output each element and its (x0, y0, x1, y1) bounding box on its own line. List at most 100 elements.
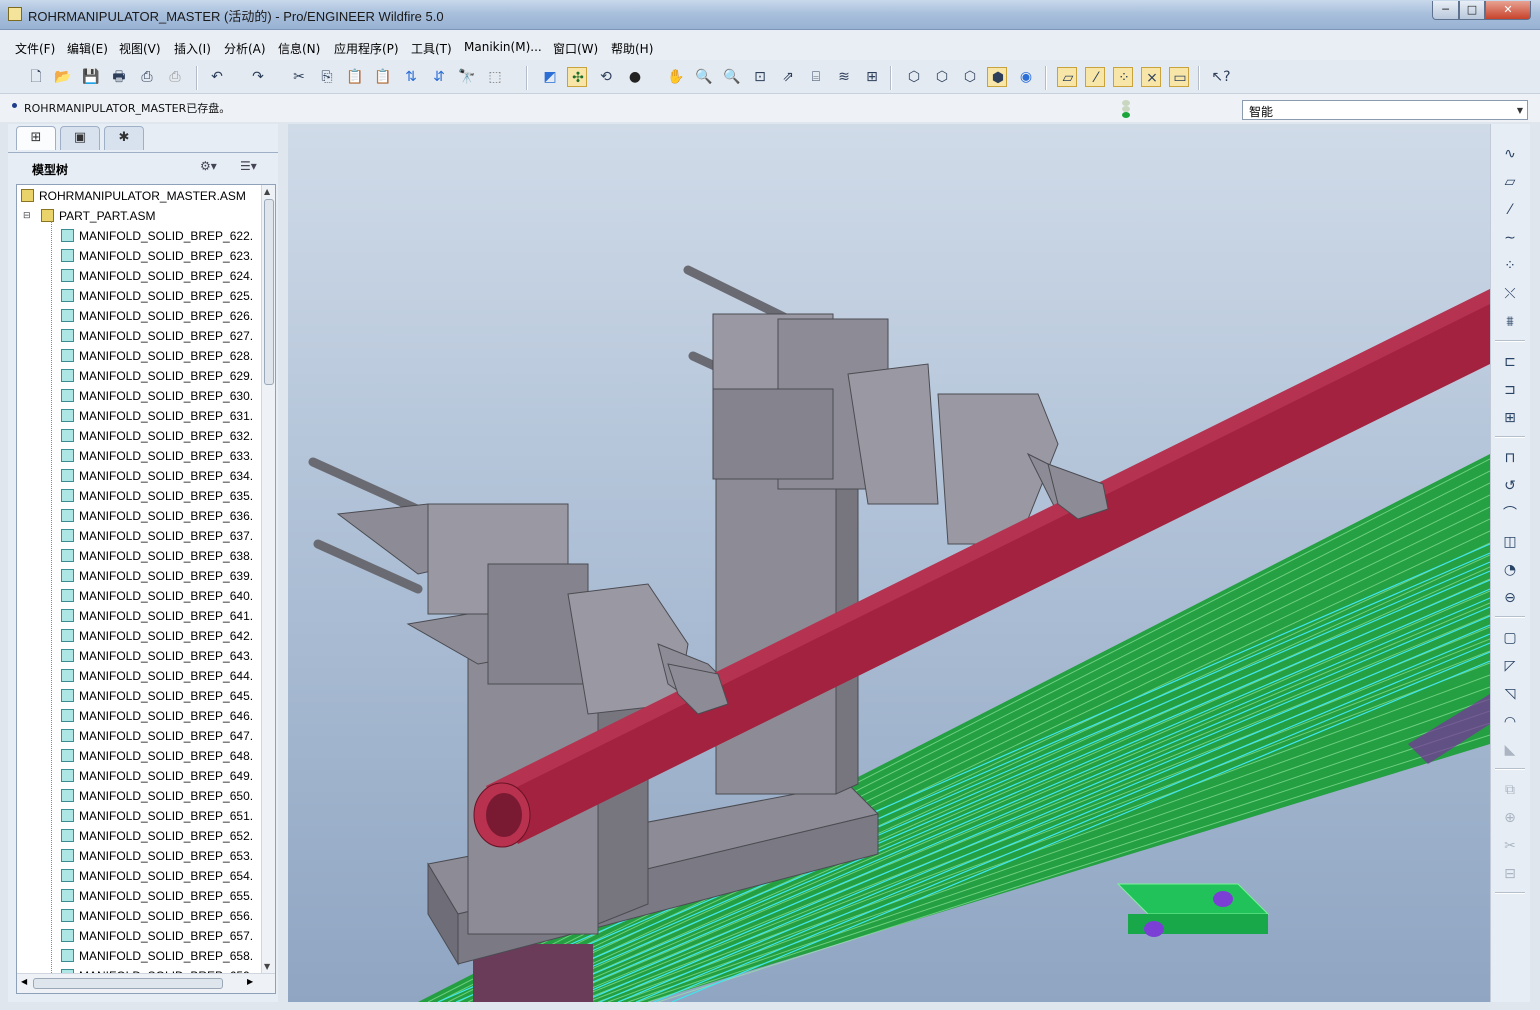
repaint-icon[interactable]: ◩ (540, 67, 560, 87)
coord-systems-icon[interactable]: ⨯ (1141, 67, 1161, 87)
collapse-icon[interactable]: ⊟ (23, 210, 31, 221)
tree-item-label: MANIFOLD_SOLID_BREP_648. (79, 749, 254, 763)
new-icon[interactable]: 🗋 (26, 67, 46, 87)
saved-views-icon[interactable]: ⌸ (806, 67, 826, 87)
maximize-button[interactable]: □ (1459, 1, 1485, 20)
scroll-thumb[interactable] (264, 199, 274, 385)
menu-tools[interactable]: 工具(T) (411, 40, 452, 57)
datum-axes-icon[interactable]: ⁄ (1085, 67, 1105, 87)
scroll-up-icon[interactable]: ▲ (264, 187, 270, 196)
datum-point-icon[interactable]: ⁘ (1497, 254, 1523, 278)
hidden-line-icon[interactable]: ⬡ (932, 67, 952, 87)
menu-applications[interactable]: 应用程序(P) (334, 40, 399, 57)
tree-item-label: MANIFOLD_SOLID_BREP_637. (79, 529, 254, 543)
paste-special-icon[interactable]: 📋 (373, 67, 393, 87)
favorites-tab[interactable]: ✱ (104, 126, 144, 150)
select-box-icon[interactable]: ⬚ (485, 67, 505, 87)
save-icon[interactable]: 💾 (81, 67, 101, 87)
assemble-icon[interactable]: ⊏ (1497, 350, 1523, 374)
orient-mode-icon[interactable]: ⟲ (596, 67, 616, 87)
scroll-right-icon[interactable]: ▶ (247, 977, 253, 986)
feature-toolbar: ∿ ▱ ⁄ ∼ ⁘ ⤬ ⩩ ⊏ ⊐ ⊞ ⊓ ↺ ⌒ ◫ ◔ ⊖ ▢ ◸ ◹ ◠ ◣ ⧉ ⊕ ✂ ⊟ (1490, 124, 1530, 1002)
model-tree-tab[interactable]: ⊞ (16, 126, 56, 150)
regen-manager-icon[interactable]: ⇵ (429, 67, 449, 87)
preview-icon[interactable]: ⎙ (137, 67, 157, 87)
refit-icon[interactable]: ⊡ (750, 67, 770, 87)
tree-vertical-scrollbar[interactable]: ▲ ▼ (261, 185, 275, 973)
zoom-out-icon[interactable]: 🔍 (722, 67, 742, 87)
datum-curve-icon[interactable]: ∼ (1497, 226, 1523, 250)
style-icon[interactable]: ◔ (1497, 558, 1523, 582)
round-icon[interactable]: ◠ (1497, 710, 1523, 734)
scroll-down-icon[interactable]: ▼ (264, 962, 270, 971)
menu-view[interactable]: 视图(V) (119, 40, 161, 57)
redo-icon[interactable]: ↷ (248, 67, 268, 87)
layers-icon[interactable]: ≋ (834, 67, 854, 87)
chamfer-icon[interactable]: ◣ (1497, 738, 1523, 762)
selection-filter[interactable]: 智能 ▼ (1242, 100, 1528, 120)
tree-show-icon[interactable]: ☰▾ (240, 159, 270, 177)
scroll-left-icon[interactable]: ◀ (21, 977, 27, 986)
merge-icon[interactable]: ⊕ (1497, 806, 1523, 830)
paste-icon[interactable]: 📋 (345, 67, 365, 87)
tree-settings-icon[interactable]: ⚙▾ (200, 159, 230, 177)
analysis-feature-icon[interactable]: ⩩ (1497, 310, 1523, 334)
pattern-icon[interactable]: ⊟ (1497, 862, 1523, 886)
find-icon[interactable]: 🔭 (457, 67, 477, 87)
sketch-icon[interactable]: ∿ (1497, 142, 1523, 166)
mirror-icon[interactable]: ⧉ (1497, 778, 1523, 802)
shell-icon[interactable]: ▢ (1497, 626, 1523, 650)
datum-axis-icon[interactable]: ⁄ (1497, 198, 1523, 222)
menu-insert[interactable]: 插入(I) (174, 40, 211, 57)
shading-icon[interactable]: ● (625, 67, 645, 87)
boundary-blend-icon[interactable]: ◫ (1497, 530, 1523, 554)
menu-edit[interactable]: 编辑(E) (67, 40, 108, 57)
create-component-icon[interactable]: ⊐ (1497, 378, 1523, 402)
menu-window[interactable]: 窗口(W) (553, 40, 598, 57)
extrude-icon[interactable]: ⊓ (1497, 446, 1523, 470)
csys-icon[interactable]: ⤬ (1497, 282, 1523, 306)
datum-plane-icon[interactable]: ▱ (1497, 170, 1523, 194)
draft-icon[interactable]: ◹ (1497, 682, 1523, 706)
menu-help[interactable]: 帮助(H) (611, 40, 653, 57)
panel-splitter[interactable] (280, 124, 288, 1002)
rib-icon[interactable]: ◸ (1497, 654, 1523, 678)
wireframe-icon[interactable]: ⬡ (904, 67, 924, 87)
spin-center-icon[interactable]: ✣ (567, 67, 587, 87)
copy-icon[interactable]: ⎘ (317, 67, 337, 87)
pan-icon[interactable]: ✋ (666, 67, 686, 87)
datum-points-icon[interactable]: ⁘ (1113, 67, 1133, 87)
enhanced-realism-icon[interactable]: ◉ (1016, 67, 1036, 87)
view-manager-icon[interactable]: ⊞ (862, 67, 882, 87)
package-icon[interactable]: ⊞ (1497, 406, 1523, 430)
close-button[interactable]: ✕ (1485, 1, 1531, 20)
menu-file[interactable]: 文件(F) (15, 40, 55, 57)
shaded-icon[interactable]: ⬢ (987, 67, 1007, 87)
graphics-window[interactable] (288, 124, 1490, 1002)
menu-analysis[interactable]: 分析(A) (224, 40, 266, 57)
print-icon[interactable]: 🖶 (109, 67, 129, 87)
email-icon[interactable]: ⎙ (165, 67, 185, 87)
trim-icon[interactable]: ✂ (1497, 834, 1523, 858)
minimize-button[interactable]: ─ (1432, 1, 1459, 20)
part-icon (61, 909, 74, 922)
datum-planes-icon[interactable]: ▱ (1057, 67, 1077, 87)
regenerate-icon[interactable]: ⇅ (401, 67, 421, 87)
menu-manikin[interactable]: Manikin(M)... (464, 40, 542, 54)
folder-browser-tab[interactable]: ▣ (60, 126, 100, 150)
scroll-thumb[interactable] (33, 978, 223, 989)
annotations-icon[interactable]: ▭ (1169, 67, 1189, 87)
undo-icon[interactable]: ↶ (207, 67, 227, 87)
reorient-icon[interactable]: ⇗ (778, 67, 798, 87)
context-help-icon[interactable]: ↖? (1211, 67, 1231, 87)
open-icon[interactable]: 📂 (53, 67, 73, 87)
no-hidden-icon[interactable]: ⬡ (960, 67, 980, 87)
menu-info[interactable]: 信息(N) (278, 40, 320, 57)
zoom-in-icon[interactable]: 🔍 (694, 67, 714, 87)
revolve-icon[interactable]: ↺ (1497, 474, 1523, 498)
tree-horizontal-scrollbar[interactable]: ◀ ▶ (17, 973, 275, 993)
toolbar-separator (1495, 768, 1525, 770)
hole-icon[interactable]: ⊖ (1497, 586, 1523, 610)
cut-icon[interactable]: ✂ (289, 67, 309, 87)
variable-section-sweep-icon[interactable]: ⌒ (1497, 502, 1523, 526)
